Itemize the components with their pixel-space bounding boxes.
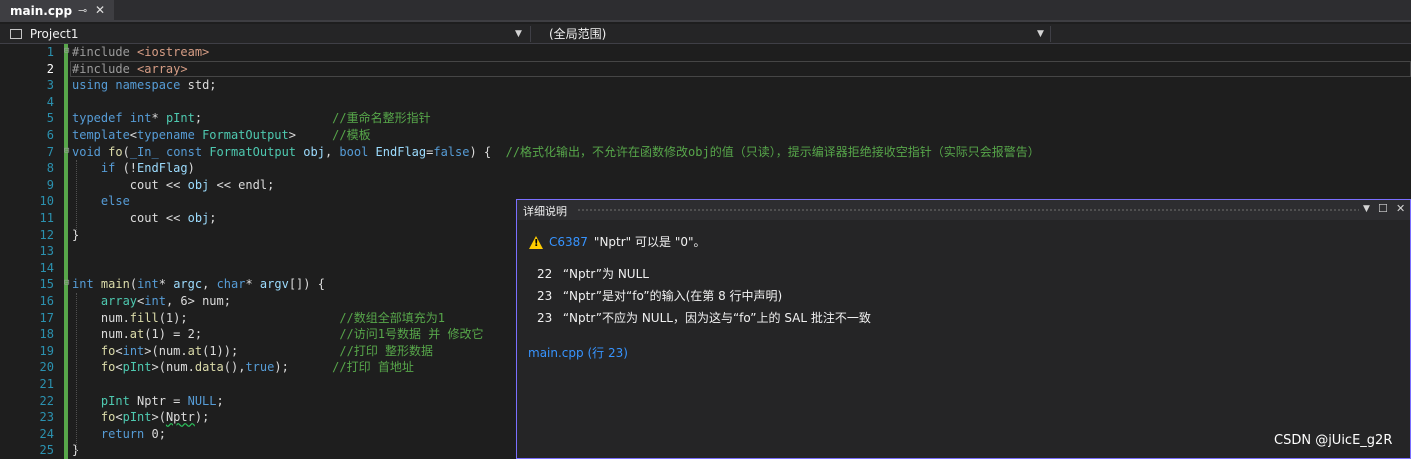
code-line: cout << obj << endl; — [72, 177, 275, 192]
detail-line-number: 23 — [537, 311, 553, 325]
divider — [530, 26, 531, 42]
line-number: 15 — [39, 277, 54, 292]
line-number: 22 — [39, 393, 54, 408]
indent-guide — [76, 160, 77, 232]
code-line: array<int, 6> num; — [100, 294, 231, 308]
project-icon — [10, 29, 22, 39]
project-label: Project1 — [29, 27, 79, 41]
code-line: using namespace std; — [72, 78, 217, 93]
detail-text: “Nptr”为 NULL — [562, 267, 649, 281]
code-line: #include <array> — [72, 61, 188, 76]
detail-row[interactable]: 22 “Nptr”为 NULL — [537, 265, 649, 282]
document-tab-strip: main.cpp ⊸ ✕ — [0, 0, 1411, 22]
line-number: 25 — [39, 443, 54, 458]
warning-icon: ! — [529, 236, 543, 249]
close-icon[interactable]: ✕ — [95, 3, 105, 17]
fold-icon[interactable]: ⊟ — [64, 146, 69, 156]
detail-text: “Nptr”是对“fo”的输入(在第 8 行中声明) — [562, 289, 783, 303]
code-line: return 0; — [100, 426, 166, 441]
drag-grip[interactable] — [577, 208, 1359, 213]
code-line: typedef int* pInt; //重命名整形指针 — [72, 111, 431, 126]
code-line: fo<pInt>(Nptr); — [100, 410, 210, 425]
warning-message: ! C6387 "Nptr" 可以是 "0"。 — [529, 233, 706, 250]
detail-line-number: 23 — [537, 289, 553, 303]
indent-guide — [76, 293, 77, 453]
line-number: 1 — [46, 45, 54, 59]
code-line: else — [100, 194, 130, 209]
line-number: 14 — [39, 260, 54, 275]
pin-icon[interactable]: ⊸ — [78, 4, 87, 17]
code-line: int main(int* argc, char* argv[]) { — [72, 277, 325, 292]
line-number: 10 — [39, 194, 54, 209]
details-popup: 详细说明 ▼ ☐ ✕ ! C6387 "Nptr" 可以是 "0"。 22 “Npt… — [516, 199, 1411, 459]
fold-icon[interactable]: ⊟ — [64, 46, 69, 56]
detail-row[interactable]: 23 “Nptr”是对“fo”的输入(在第 8 行中声明) — [537, 287, 782, 304]
line-number: 12 — [39, 227, 54, 242]
line-number: 2 — [46, 61, 54, 76]
code-line: fo<int>(num.at(1)); //打印 整形数据 — [100, 343, 434, 358]
divider — [1050, 26, 1051, 42]
code-line: cout << obj; — [72, 211, 217, 225]
line-number: 20 — [39, 360, 54, 375]
line-number: 16 — [39, 294, 54, 308]
chevron-down-icon: ▼ — [515, 29, 522, 39]
warning-text: "Nptr" 可以是 "0"。 — [593, 235, 706, 249]
chevron-down-icon: ▼ — [1037, 29, 1044, 39]
maximize-icon[interactable]: ☐ — [1378, 202, 1388, 215]
tab-main-cpp[interactable]: main.cpp ⊸ ✕ — [0, 0, 114, 22]
watermark: CSDN @jUicE_g2R — [1274, 433, 1393, 448]
line-number: 17 — [39, 310, 54, 325]
fold-icon[interactable]: ⊟ — [64, 278, 69, 288]
line-number: 6 — [46, 128, 54, 142]
project-dropdown[interactable]: Project1 ▼ — [0, 24, 528, 44]
code-line: num.fill(1); //数组全部填充为1 — [72, 310, 446, 325]
close-icon[interactable]: ✕ — [1396, 202, 1405, 215]
line-number: 5 — [46, 111, 54, 126]
dropdown-icon[interactable]: ▼ — [1363, 204, 1370, 214]
warning-code-link[interactable]: C6387 — [549, 235, 588, 249]
tab-title: main.cpp — [10, 4, 73, 18]
line-number: 18 — [39, 327, 54, 342]
code-line: pInt Nptr = NULL; — [100, 393, 224, 408]
popup-title: 详细说明 — [523, 205, 567, 218]
line-number: 23 — [39, 410, 54, 425]
file-location-link[interactable]: main.cpp (行 23) — [528, 344, 628, 361]
code-line: #include <iostream> — [72, 45, 210, 59]
code-line: fo<pInt>(num.data(),true); //打印 首地址 — [100, 360, 414, 375]
line-number: 7 — [46, 144, 54, 159]
code-line: template<typename FormatOutput> //模板 — [72, 128, 371, 142]
scope-label: (全局范围) — [549, 27, 607, 41]
detail-row[interactable]: 23 “Nptr”不应为 NULL，因为这与“fo”上的 SAL 批注不一致 — [537, 309, 871, 326]
scope-dropdown[interactable]: (全局范围) ▼ — [532, 24, 1050, 44]
line-number: 21 — [39, 377, 54, 391]
navigation-bar: Project1 ▼ (全局范围) ▼ — [0, 24, 1411, 44]
line-number: 13 — [39, 244, 54, 259]
line-number: 9 — [46, 177, 54, 192]
code-line: num.at(1) = 2; //访问1号数据 并 修改它 — [72, 327, 484, 342]
code-line: if (!EndFlag) — [100, 161, 195, 176]
popup-title-bar[interactable]: 详细说明 ▼ ☐ ✕ — [517, 200, 1410, 220]
line-number: 4 — [46, 94, 54, 109]
line-number: 3 — [46, 78, 54, 93]
line-number: 11 — [39, 211, 54, 225]
line-number: 24 — [39, 426, 54, 441]
detail-text: “Nptr”不应为 NULL，因为这与“fo”上的 SAL 批注不一致 — [562, 311, 871, 325]
line-number: 8 — [46, 161, 54, 176]
code-line: void fo(_In_ const FormatOutput obj, boo… — [72, 144, 1040, 159]
line-number: 19 — [39, 343, 54, 358]
detail-line-number: 22 — [537, 267, 553, 281]
